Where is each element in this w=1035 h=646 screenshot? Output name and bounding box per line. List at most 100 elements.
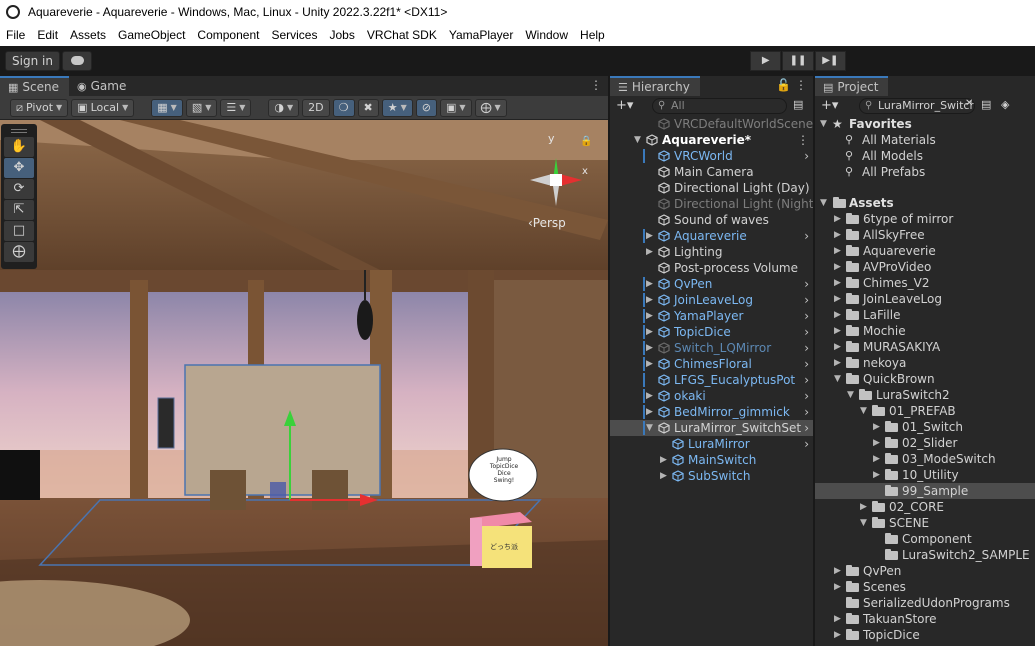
collapsed-arrow-icon[interactable]: ▶ [834, 563, 844, 579]
project-folder-item[interactable]: ▶ 01_Switch [815, 419, 1035, 435]
search-by-label-icon[interactable]: ◈ [1001, 98, 1009, 111]
project-folder-item[interactable]: ▶ Mochie [815, 323, 1035, 339]
pivot-dropdown[interactable]: ⧄ Pivot ▼ [10, 98, 69, 117]
hierarchy-filter-icon[interactable]: ▤ [793, 98, 803, 111]
project-add-button[interactable]: +▾ [821, 98, 838, 113]
hierarchy-item[interactable]: Directional Light (Day) [610, 180, 813, 196]
chevron-right-icon[interactable]: › [804, 324, 809, 340]
hierarchy-item[interactable]: Directional Light (Night) [610, 196, 813, 212]
collapsed-arrow-icon[interactable]: ▶ [834, 259, 844, 275]
tab-hierarchy[interactable]: ☰ Hierarchy [610, 76, 700, 96]
clear-search-icon[interactable]: ✕ [965, 98, 973, 109]
local-dropdown[interactable]: ▣ Local ▼ [71, 98, 135, 117]
expanded-arrow-icon[interactable]: ▼ [860, 403, 870, 419]
chevron-right-icon[interactable]: › [804, 388, 809, 404]
hierarchy-add-button[interactable]: +▾ [616, 98, 633, 113]
menu-services[interactable]: Services [265, 28, 323, 42]
hierarchy-item[interactable]: LFGS_EucalyptusPot › [610, 372, 813, 388]
project-folder-item[interactable]: ▶ 6type of mirror [815, 211, 1035, 227]
collapsed-arrow-icon[interactable]: ▶ [834, 211, 844, 227]
sign-in-button[interactable]: Sign in [5, 51, 60, 71]
mode-2d-button[interactable]: 2D [302, 98, 330, 117]
project-folder-item[interactable]: ▶ MURASAKIYA [815, 339, 1035, 355]
collapsed-arrow-icon[interactable]: ▶ [646, 308, 656, 324]
menu-window[interactable]: Window [519, 28, 574, 42]
hierarchy-item[interactable]: Main Camera [610, 164, 813, 180]
collapsed-arrow-icon[interactable]: ▶ [834, 291, 844, 307]
collapsed-arrow-icon[interactable]: ▶ [646, 292, 656, 308]
move-tool-icon[interactable]: ✥ [4, 158, 34, 178]
lock-icon[interactable]: 🔒 [580, 136, 592, 147]
menu-component[interactable]: Component [191, 28, 265, 42]
hierarchy-item[interactable]: ▼ LuraMirror_SwitchSet › [610, 420, 813, 436]
chevron-right-icon[interactable]: › [804, 340, 809, 356]
chevron-right-icon[interactable]: › [804, 420, 809, 436]
hierarchy-item[interactable]: ▶ TopicDice › [610, 324, 813, 340]
hierarchy-item[interactable]: ▶ JoinLeaveLog › [610, 292, 813, 308]
menu-jobs[interactable]: Jobs [323, 28, 360, 42]
tab-project[interactable]: ▤ Project [815, 76, 889, 96]
project-folder-item[interactable]: ▶ nekoya [815, 355, 1035, 371]
draw-mode-button[interactable]: ◑ ▼ [268, 98, 300, 117]
visibility-button[interactable]: ⊘ [415, 98, 437, 117]
collapsed-arrow-icon[interactable]: ▶ [660, 452, 670, 468]
project-folder-item[interactable]: ▶ 02_Slider [815, 435, 1035, 451]
menu-file[interactable]: File [0, 28, 31, 42]
project-search-input[interactable]: ⚲ LuraMirror_Switch [859, 98, 975, 114]
project-folder-item[interactable]: ▶ 03_ModeSwitch [815, 451, 1035, 467]
hierarchy-item[interactable]: ▶ Lighting [610, 244, 813, 260]
collapsed-arrow-icon[interactable]: ▶ [873, 451, 883, 467]
chevron-right-icon[interactable]: › [804, 228, 809, 244]
collapsed-arrow-icon[interactable]: ▶ [873, 467, 883, 483]
collapsed-arrow-icon[interactable]: ▶ [834, 627, 844, 643]
scale-tool-icon[interactable]: ⇱ [4, 200, 34, 220]
hierarchy-lock-icon[interactable]: 🔓 [776, 78, 791, 92]
hierarchy-item[interactable]: Sound of waves [610, 212, 813, 228]
expanded-arrow-icon[interactable]: ▼ [820, 195, 830, 211]
collapsed-arrow-icon[interactable]: ▶ [834, 339, 844, 355]
expanded-arrow-icon[interactable]: ▼ [646, 420, 656, 436]
project-folder-item[interactable]: ▼ SCENE [815, 515, 1035, 531]
collapsed-arrow-icon[interactable]: ▶ [646, 276, 656, 292]
menu-assets[interactable]: Assets [64, 28, 112, 42]
menu-help[interactable]: Help [574, 28, 611, 42]
chevron-right-icon[interactable]: › [804, 148, 809, 164]
scene-viewport[interactable]: Jump TopicDice Dice Swing! どっち派 ✋ ✥ ⟳ ⇱ … [0, 120, 608, 646]
palette-handle[interactable] [11, 129, 27, 133]
project-folder-item[interactable]: ▶ TopicDice [815, 627, 1035, 643]
collapsed-arrow-icon[interactable]: ▶ [646, 356, 656, 372]
project-folder-item[interactable]: ▶ 10_Utility [815, 467, 1035, 483]
collapsed-arrow-icon[interactable]: ▶ [646, 324, 656, 340]
project-folder-item[interactable]: Component [815, 531, 1035, 547]
project-folder-item[interactable]: ▼ 01_PREFAB [815, 403, 1035, 419]
search-by-type-icon[interactable]: ▤ [981, 98, 991, 111]
persp-label[interactable]: ‹Persp [528, 216, 566, 230]
hierarchy-item[interactable]: ▶ okaki › [610, 388, 813, 404]
collapsed-arrow-icon[interactable]: ▶ [834, 579, 844, 595]
hierarchy-item[interactable]: ▶ QvPen › [610, 276, 813, 292]
chevron-right-icon[interactable]: › [804, 356, 809, 372]
hierarchy-item[interactable]: ▶ ChimesFloral › [610, 356, 813, 372]
grid-visibility-button[interactable]: ▧ ▼ [185, 98, 218, 117]
chevron-right-icon[interactable]: › [804, 276, 809, 292]
project-folder-item[interactable]: ▶ JoinLeaveLog [815, 291, 1035, 307]
collapsed-arrow-icon[interactable]: ▶ [646, 388, 656, 404]
project-folder-item[interactable]: ▶ TakuanStore [815, 611, 1035, 627]
collapsed-arrow-icon[interactable]: ▶ [646, 404, 656, 420]
collapsed-arrow-icon[interactable]: ▶ [860, 499, 870, 515]
collapsed-arrow-icon[interactable]: ▶ [660, 468, 670, 484]
project-folder-item[interactable]: 99_Sample [815, 483, 1035, 499]
project-folder-item[interactable]: ▶ LaFille [815, 307, 1035, 323]
project-folder-item[interactable]: ▶ Scenes [815, 579, 1035, 595]
hierarchy-menu-icon[interactable]: ⋮ [795, 78, 807, 92]
tab-game[interactable]: ◉ Game [69, 76, 136, 96]
grid-snap-button[interactable]: ▦ ▼ [151, 98, 183, 117]
project-folder-item[interactable]: ▶ AVProVideo [815, 259, 1035, 275]
project-folder-item[interactable]: ▶ AllSkyFree [815, 227, 1035, 243]
tab-scene[interactable]: ▦ Scene [0, 76, 69, 96]
collapsed-arrow-icon[interactable]: ▶ [873, 435, 883, 451]
effects-button[interactable]: ★ ▼ [381, 98, 413, 117]
hierarchy-item[interactable]: VRCDefaultWorldScene [610, 116, 813, 132]
project-folder-item[interactable]: ▼ LuraSwitch2 [815, 387, 1035, 403]
collapsed-arrow-icon[interactable]: ▶ [834, 243, 844, 259]
